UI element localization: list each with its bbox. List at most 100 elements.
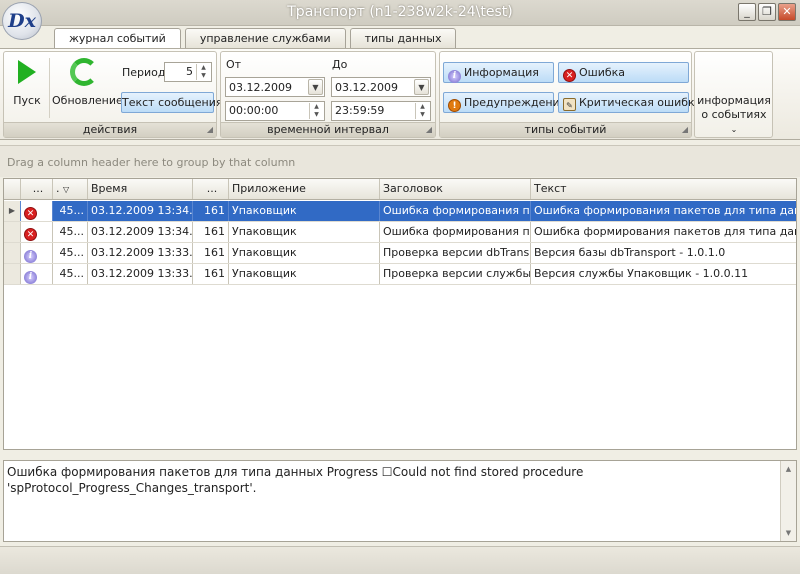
close-button[interactable]: ✕ [778,3,796,21]
interval-caption-text: временной интервал [267,123,389,136]
from-date-field[interactable]: 03.12.2009 ▼ [225,77,325,97]
row-type-cell: i [20,243,52,263]
row-app-cell: Упаковщик [228,222,379,242]
scroll-down-icon[interactable]: ▼ [782,526,795,540]
tab-data-types[interactable]: типы данных [349,28,457,48]
info-icon: i [448,70,461,83]
title-bar: Транспорт (n1-238w2k-24\test) _ ❐ ✕ [0,0,800,26]
to-time-field[interactable]: 23:59:59 ▲ ▼ [331,101,431,121]
tab-strip: журнал событий управление службами типы … [54,28,457,49]
column-header-id-label: . [56,182,60,195]
row-time-cell: 03.12.2009 13:33... [87,243,192,263]
row-app-cell: Упаковщик [228,201,379,221]
column-header-application[interactable]: Приложение [228,179,379,199]
column-header-code[interactable]: ... [192,179,228,199]
event-info-group: информация о событиях ⌄ [694,51,773,138]
row-id-cell: 45... [52,201,87,221]
scroll-up-icon[interactable]: ▲ [782,462,795,476]
refresh-button[interactable]: Обновление [52,58,123,107]
row-time-cell: 03.12.2009 13:34... [87,201,192,221]
app-logo-icon[interactable]: Dx [2,2,42,40]
info-icon: i [24,271,37,284]
row-type-cell: ✕ [20,222,52,242]
row-title-cell: Ошибка формирования па... [379,201,530,221]
chevron-down-icon[interactable]: ▼ [308,79,323,95]
error-icon: ✕ [24,228,37,241]
spin-arrows-icon[interactable]: ▲ ▼ [196,64,210,80]
row-app-cell: Упаковщик [228,264,379,284]
filter-info-button[interactable]: i Информация [443,62,554,83]
event-types-group: i Информация ✕ Ошибка ! Предупреждение ✎ Кри… [439,51,701,138]
to-time-value: 23:59:59 [335,104,385,117]
interval-group: От До 03.12.2009 ▼ 03.12.2009 ▼ 00:00:00… [220,51,436,138]
chevron-down-icon: ⌄ [730,125,738,134]
row-title-cell: Проверка версии службы [379,264,530,284]
table-row[interactable]: ▶ ✕ 45... 03.12.2009 13:34... 161 Упаков… [4,201,796,222]
row-id-cell: 45... [52,222,87,242]
period-stepper[interactable]: 5 ▲ ▼ [164,62,212,82]
period-label: Период [122,66,166,79]
table-row[interactable]: ✕ 45... 03.12.2009 13:34... 161 Упаковщи… [4,222,796,243]
from-time-field[interactable]: 00:00:00 ▲ ▼ [225,101,325,121]
tab-service-management[interactable]: управление службами [184,28,346,48]
filter-error-label: Ошибка [579,66,626,79]
actions-caption: действия ◢ [4,122,216,137]
message-text-button[interactable]: Текст сообщения [121,92,222,113]
minimize-button[interactable]: _ [738,3,756,21]
dialog-launcher-icon[interactable]: ◢ [682,123,688,137]
dialog-launcher-icon[interactable]: ◢ [207,123,213,137]
row-type-cell: ✕ [20,201,52,221]
column-header-id[interactable]: . ▽ [52,179,87,199]
period-value: 5 [186,65,193,78]
table-row[interactable]: i 45... 03.12.2009 13:33... 161 Упаковщи… [4,243,796,264]
column-header-type[interactable]: ... [20,179,52,199]
row-indicator [4,264,20,284]
filter-error-button[interactable]: ✕ Ошибка [558,62,689,83]
refresh-label: Обновление [52,94,123,107]
dialog-launcher-icon[interactable]: ◢ [426,123,432,137]
event-info-label-1: информация [697,94,771,107]
start-button[interactable]: Пуск [8,60,46,107]
to-date-field[interactable]: 03.12.2009 ▼ [331,77,431,97]
row-code-cell: 161 [192,222,228,242]
window-title: Транспорт (n1-238w2k-24\test) [287,4,513,20]
filter-info-label: Информация [464,66,539,79]
row-text-cell: Версия службы Упаковщик - 1.0.0.11 [530,264,796,284]
group-by-panel[interactable]: Drag a column header here to group by th… [0,145,800,177]
table-row[interactable]: i 45... 03.12.2009 13:33... 161 Упаковщи… [4,264,796,285]
row-indicator-header [4,179,20,199]
warning-icon: ! [448,99,461,112]
start-label: Пуск [13,94,41,107]
filter-warning-button[interactable]: ! Предупреждение [443,92,566,113]
spin-arrows-icon[interactable]: ▲ ▼ [309,103,323,119]
row-code-cell: 161 [192,264,228,284]
chevron-down-icon[interactable]: ▼ [414,79,429,95]
row-id-cell: 45... [52,243,87,263]
interval-caption: временной интервал ◢ [221,122,435,137]
spin-arrows-icon[interactable]: ▲ ▼ [415,103,429,119]
row-app-cell: Упаковщик [228,243,379,263]
window-controls: _ ❐ ✕ [738,3,796,21]
row-title-cell: Ошибка формирования па... [379,222,530,242]
column-header-text[interactable]: Текст [530,179,796,199]
restore-button[interactable]: ❐ [758,3,776,21]
actions-caption-text: действия [82,123,138,136]
column-header-time[interactable]: Время [87,179,192,199]
row-title-cell: Проверка версии dbTrans... [379,243,530,263]
filter-critical-button[interactable]: ✎ Критическая ошибка [558,92,701,113]
row-text-cell: Ошибка формирования пакетов для типа дан… [530,201,796,221]
memo-scrollbar[interactable]: ▲ ▼ [780,461,796,541]
row-text-cell: Ошибка формирования пакетов для типа дан… [530,222,796,242]
row-indicator [4,243,20,263]
ribbon: Пуск Обновление Период 5 ▲ ▼ Текст сообще… [0,48,800,140]
from-time-value: 00:00:00 [229,104,279,117]
event-info-dropdown[interactable]: информация о событиях ⌄ [697,94,771,137]
column-header-title[interactable]: Заголовок [379,179,530,199]
row-id-cell: 45... [52,264,87,284]
details-memo[interactable]: Ошибка формирования пакетов для типа дан… [3,460,797,542]
tab-event-log[interactable]: журнал событий [54,28,181,49]
error-icon: ✕ [24,207,37,220]
details-text[interactable]: Ошибка формирования пакетов для типа дан… [7,464,777,496]
row-pointer-icon: ▶ [4,201,20,221]
grid-header: ... . ▽ Время ... Приложение Заголовок Т… [4,179,796,200]
